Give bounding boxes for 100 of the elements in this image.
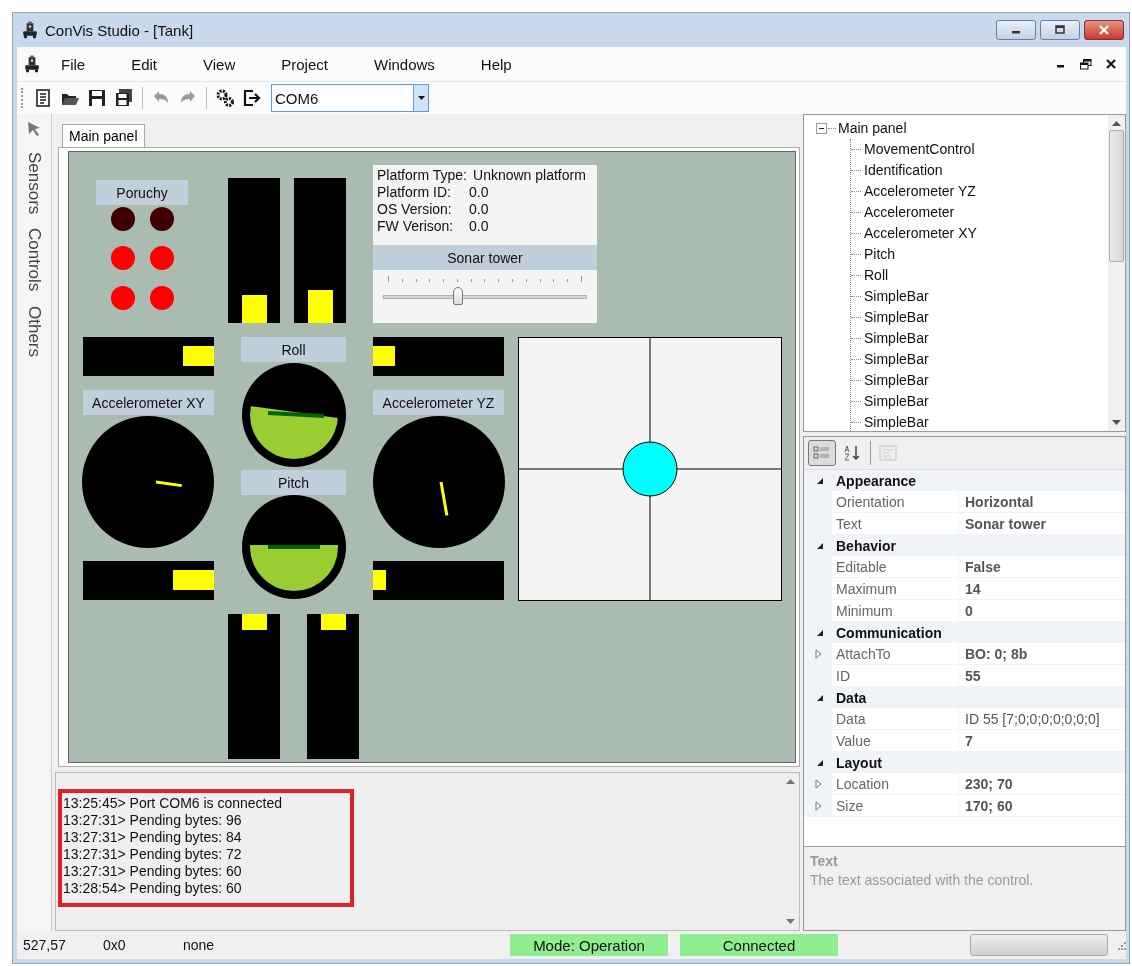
panel-label: Roll (241, 337, 346, 362)
panel-label: Accelerometer XY (83, 390, 214, 415)
property-name[interactable]: Editable (832, 556, 959, 577)
scroll-up-icon[interactable] (1112, 121, 1121, 126)
side-tab[interactable]: Controls (24, 228, 44, 292)
property-value[interactable]: False (959, 556, 1001, 577)
info-value: Unknown platform (473, 167, 586, 184)
maximize-button[interactable] (1040, 20, 1080, 40)
log-line: 13:28:54> Pending bytes: 60 (63, 880, 243, 897)
property-name[interactable]: ID (832, 665, 959, 686)
property-name[interactable]: Size (832, 795, 959, 816)
scroll-down-icon[interactable] (786, 919, 795, 924)
tree-item[interactable]: SimpleBar (864, 370, 929, 391)
dropdown-arrow-icon (417, 96, 425, 100)
robot-icon (23, 55, 41, 73)
tree-item[interactable]: SimpleBar (864, 286, 929, 307)
property-value[interactable]: BO: 0; 8b (959, 643, 1028, 664)
resize-grip-icon[interactable] (1116, 940, 1126, 950)
property-value[interactable]: ID 55 [7;0;0;0;0;0;0;0] (959, 708, 1100, 729)
description-title: Text (810, 853, 838, 869)
property-value[interactable]: 0 (959, 600, 973, 621)
tree-item[interactable]: Accelerometer (864, 202, 955, 223)
property-value[interactable]: 170; 60 (959, 795, 1013, 816)
tree-item[interactable]: Accelerometer YZ (864, 181, 976, 202)
category-header[interactable]: Layout (836, 754, 882, 771)
tree-item[interactable]: Identification (864, 160, 943, 181)
menu-item[interactable]: Edit (111, 55, 184, 73)
panel-label: Accelerometer YZ (373, 390, 504, 415)
slider-thumb[interactable] (452, 287, 463, 305)
property-name[interactable]: Text (832, 513, 959, 534)
tree-item[interactable]: SimpleBar (864, 412, 929, 431)
info-label: OS Version: (377, 201, 453, 218)
tree-item[interactable]: SimpleBar (864, 349, 929, 370)
maximize-icon (1054, 25, 1066, 35)
info-label: Platform Type: (377, 167, 467, 184)
log-line: 13:27:31> Pending bytes: 72 (63, 846, 243, 863)
scroll-down-icon[interactable] (1112, 420, 1121, 425)
log-line: 13:27:31> Pending bytes: 96 (63, 812, 243, 829)
property-name[interactable]: Orientation (832, 491, 959, 512)
menu-item[interactable]: Windows (353, 55, 461, 73)
scroll-up-icon[interactable] (786, 779, 795, 784)
tree-item[interactable]: MovementControl (864, 139, 975, 160)
property-value[interactable]: 230; 70 (959, 773, 1013, 794)
panel-label: Pitch (241, 470, 346, 495)
log-line: 13:27:31> Pending bytes: 84 (63, 829, 243, 846)
collapse-triangle-icon[interactable] (816, 541, 824, 550)
robot-icon (21, 21, 39, 39)
collapse-triangle-icon[interactable] (816, 628, 824, 637)
document-tab[interactable]: Main panel (62, 124, 145, 147)
tree-item[interactable]: SimpleBar (864, 328, 929, 349)
scroll-thumb[interactable] (1109, 130, 1124, 262)
property-value[interactable]: Sonar tower (959, 513, 1046, 534)
info-label: FW Verison: (377, 218, 455, 235)
expand-triangle-icon[interactable] (814, 800, 822, 811)
tree-item[interactable]: Roll (864, 265, 889, 286)
menu-item[interactable]: File (41, 55, 112, 73)
property-value[interactable]: 7 (959, 730, 973, 751)
menu-item[interactable]: Help (460, 55, 538, 73)
property-name[interactable]: Value (832, 730, 959, 751)
property-name[interactable]: Data (832, 708, 959, 729)
collapse-triangle-icon[interactable] (816, 693, 824, 702)
info-label: Platform ID: (377, 184, 452, 201)
restore-icon[interactable] (1080, 58, 1092, 70)
description-text: The text associated with the control. (810, 872, 1034, 888)
log-line: 13:27:31> Pending bytes: 60 (63, 863, 243, 880)
close-button[interactable] (1084, 20, 1124, 40)
property-name[interactable]: Minimum (832, 600, 959, 621)
property-name[interactable]: Location (832, 773, 959, 794)
expand-triangle-icon[interactable] (814, 648, 822, 659)
log-line: 13:25:45> Port COM6 is connected (63, 795, 283, 812)
property-name[interactable]: Maximum (832, 578, 959, 599)
info-value: 0.0 (469, 218, 489, 235)
expand-triangle-icon[interactable] (814, 778, 822, 789)
status-text: none (182, 937, 216, 953)
tree-item[interactable]: Main panel (838, 118, 907, 139)
scrollbar[interactable] (1108, 115, 1125, 431)
property-value[interactable]: 14 (959, 578, 981, 599)
tree-item[interactable]: SimpleBar (864, 307, 929, 328)
menu-item[interactable]: Project (261, 55, 354, 73)
tree-item[interactable]: Pitch (864, 244, 896, 265)
panel-label: Poruchy (96, 180, 188, 205)
side-tab[interactable]: Sensors (24, 152, 44, 215)
property-value[interactable]: Horizontal (959, 491, 1034, 512)
category-header[interactable]: Data (836, 689, 867, 706)
side-tab[interactable]: Others (24, 305, 44, 357)
close-icon[interactable] (1106, 59, 1116, 69)
port-dropdown[interactable]: COM6 (271, 84, 429, 112)
tree-item[interactable]: Accelerometer XY (864, 223, 977, 244)
category-header[interactable]: Behavior (836, 537, 896, 554)
close-icon (1098, 25, 1110, 35)
status-text: 0x0 (102, 937, 127, 953)
property-name[interactable]: AttachTo (832, 643, 959, 664)
property-value[interactable]: 55 (959, 665, 981, 686)
collapse-icon[interactable] (816, 123, 827, 134)
menu-item[interactable]: View (183, 55, 262, 73)
categorized-view-icon[interactable] (808, 440, 836, 466)
tree-item[interactable]: SimpleBar (864, 391, 929, 412)
collapse-triangle-icon[interactable] (816, 758, 824, 767)
joystick-pad[interactable] (518, 337, 782, 601)
collapse-triangle-icon[interactable] (816, 476, 824, 485)
